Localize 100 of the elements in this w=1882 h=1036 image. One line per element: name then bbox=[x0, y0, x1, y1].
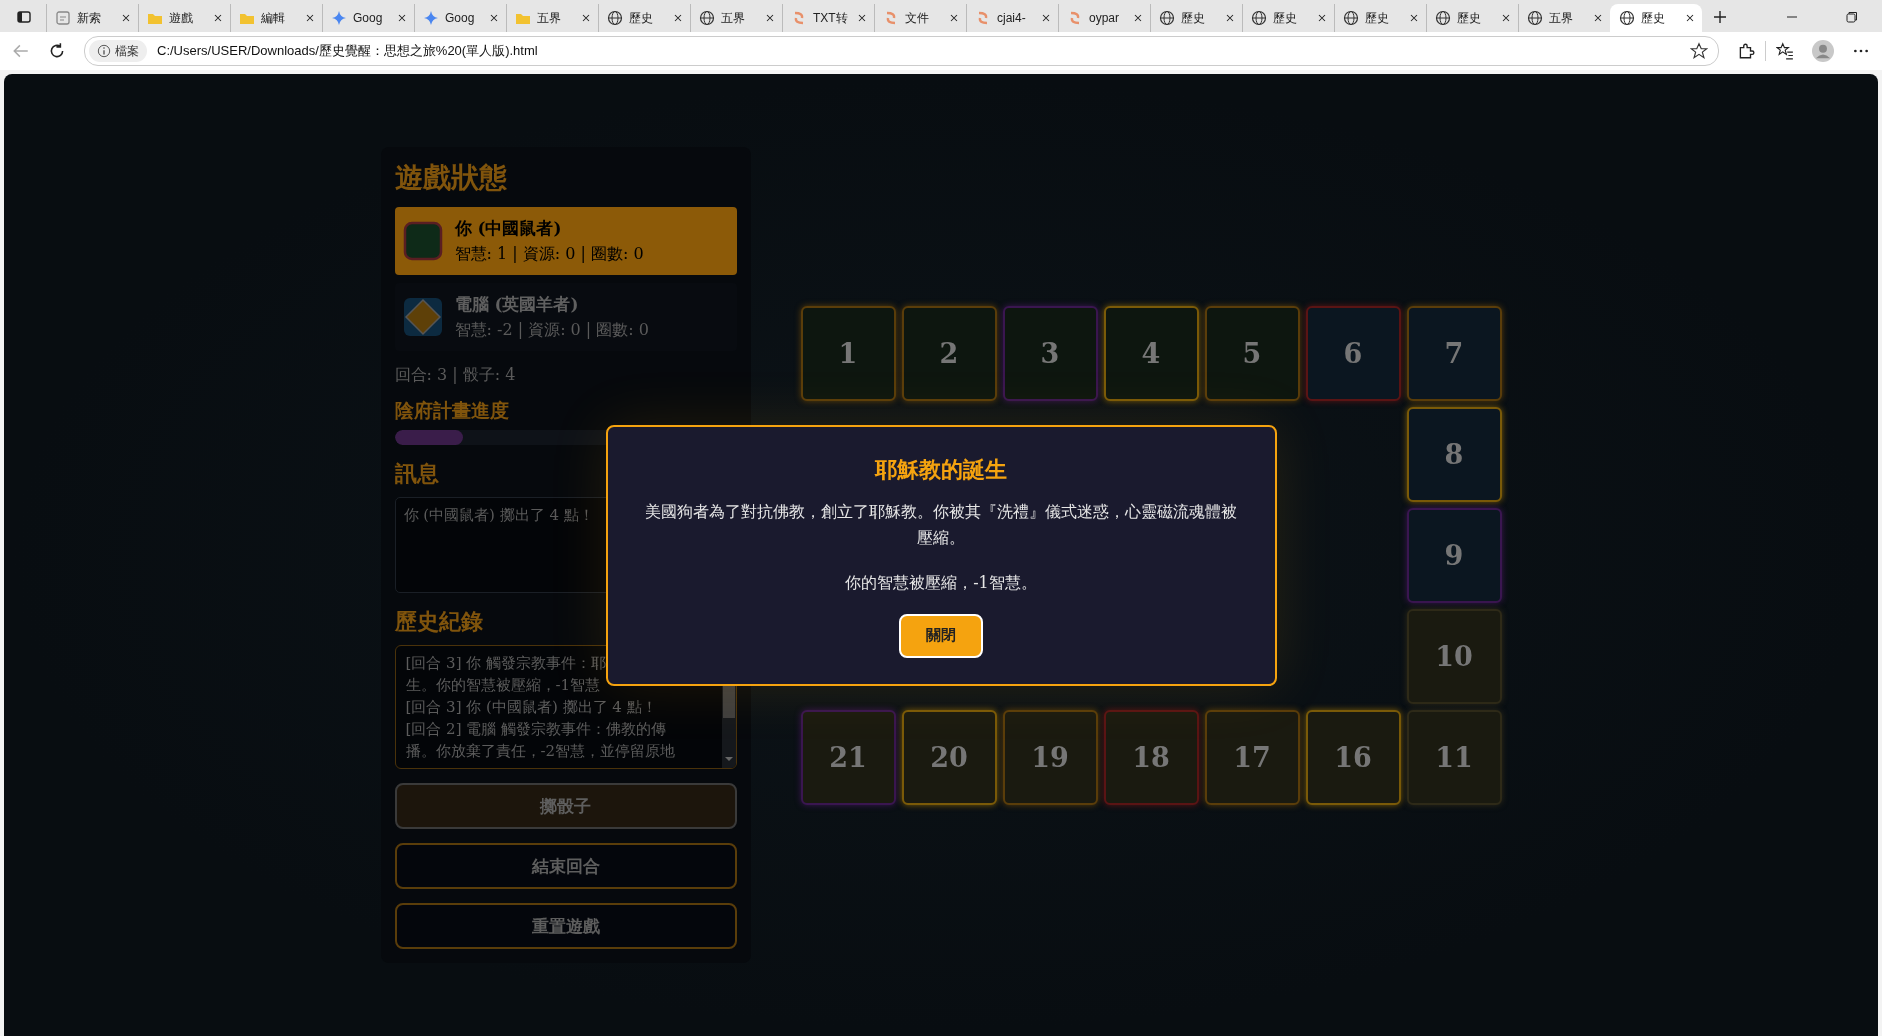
tab-title: 新索 bbox=[77, 9, 102, 27]
tile-number: 21 bbox=[829, 741, 867, 773]
tile-number: 16 bbox=[1334, 741, 1372, 773]
close-icon[interactable] bbox=[1224, 12, 1236, 24]
player-name: 電腦 (英國羊者) bbox=[454, 293, 580, 316]
tile-number: 11 bbox=[1435, 741, 1473, 773]
reload-icon[interactable] bbox=[48, 42, 66, 60]
progress-title: 陰府計畫進度 bbox=[394, 398, 510, 423]
close-icon[interactable] bbox=[212, 12, 224, 24]
tile-number: 19 bbox=[1031, 741, 1069, 773]
tab-title: Goog bbox=[445, 11, 476, 25]
tile-number: 4 bbox=[1141, 337, 1161, 369]
close-icon[interactable] bbox=[856, 12, 868, 24]
dialog-message: 美國狗者為了對抗佛教，創立了耶穌教。你被其『洗禮』儀式迷惑，心靈磁流魂體被壓縮。 bbox=[644, 500, 1238, 549]
tile-number: 17 bbox=[1233, 741, 1271, 773]
url-text: C:/Users/USER/Downloads/歷史覺醒：思想之旅%20(單人版).html bbox=[157, 42, 539, 60]
close-icon[interactable] bbox=[488, 12, 500, 24]
globe-icon bbox=[1619, 10, 1635, 26]
close-icon[interactable] bbox=[764, 12, 776, 24]
close-icon[interactable] bbox=[1592, 12, 1604, 24]
tile-number: 10 bbox=[1435, 640, 1473, 672]
tile-number: 7 bbox=[1444, 337, 1464, 369]
tile-number: 1 bbox=[838, 337, 858, 369]
tab-title: 歷史 bbox=[1181, 9, 1206, 27]
tab-title: 遊戲 bbox=[169, 9, 194, 27]
page-icon bbox=[55, 10, 71, 26]
close-icon[interactable] bbox=[1132, 12, 1144, 24]
globe-icon bbox=[1159, 10, 1175, 26]
log-line: [回合 3] 你 (中國鼠者) 擲出了 4 點！ bbox=[405, 697, 658, 718]
star-icon[interactable] bbox=[1690, 42, 1708, 60]
globe-icon bbox=[699, 10, 715, 26]
tile-number: 6 bbox=[1343, 337, 1363, 369]
tab-title: 五界 bbox=[721, 9, 746, 27]
tab-title: 歷史 bbox=[1365, 9, 1390, 27]
profile-avatar-icon[interactable] bbox=[1812, 40, 1834, 62]
close-icon[interactable] bbox=[1316, 12, 1328, 24]
browser-tab[interactable]: 歷史 bbox=[1610, 4, 1702, 32]
tab-title: 五界 bbox=[1549, 9, 1574, 27]
close-button[interactable]: 關閉 bbox=[899, 613, 983, 658]
tile-number: 8 bbox=[1444, 438, 1464, 470]
close-icon[interactable] bbox=[1408, 12, 1420, 24]
tab-title: 歷史 bbox=[1457, 9, 1482, 27]
close-icon[interactable] bbox=[580, 12, 592, 24]
player-name: 你 (中國鼠者) bbox=[454, 217, 563, 240]
close-icon[interactable] bbox=[1684, 12, 1696, 24]
tab-title: TXT转 bbox=[813, 9, 849, 27]
close-icon[interactable] bbox=[948, 12, 960, 24]
player-stats: 智慧: 1 | 資源: 0 | 圈數: 0 bbox=[454, 244, 644, 265]
player-stats: 智慧: -2 | 資源: 0 | 圈數: 0 bbox=[454, 320, 649, 341]
tab-title: 歷史 bbox=[1273, 9, 1298, 27]
tab-title: oypar bbox=[1089, 11, 1121, 25]
panel-title: 遊戲狀態 bbox=[394, 160, 508, 196]
close-icon[interactable] bbox=[396, 12, 408, 24]
close-icon[interactable] bbox=[672, 12, 684, 24]
tab-actions-icon[interactable] bbox=[16, 9, 32, 25]
globe-icon bbox=[1527, 10, 1543, 26]
new-tab-icon[interactable] bbox=[1712, 9, 1728, 25]
messages-title: 訊息 bbox=[394, 459, 440, 488]
info-icon bbox=[97, 44, 111, 58]
tab-title: 文件 bbox=[905, 9, 930, 27]
close-icon[interactable] bbox=[1040, 12, 1052, 24]
square-token-icon bbox=[402, 221, 443, 261]
log-line: [回合 2] 電腦 觸發宗教事件：佛教的傳 bbox=[405, 719, 668, 740]
history-title: 歷史紀錄 bbox=[394, 607, 484, 636]
tile-number: 20 bbox=[930, 741, 968, 773]
globe-icon bbox=[607, 10, 623, 26]
globe-icon bbox=[1343, 10, 1359, 26]
tab-title: 歷史 bbox=[1641, 9, 1666, 27]
tab-title: cjai4- bbox=[997, 11, 1027, 25]
log-line: 生。你的智慧被壓縮，-1智慧 bbox=[405, 675, 602, 696]
log-line: 播。你放棄了責任，-2智慧，並停留原地 bbox=[405, 741, 677, 762]
dialog-title: 耶穌教的誕生 bbox=[875, 454, 1007, 484]
log-line: [回合 3] 你 觸發宗教事件：耶 bbox=[405, 653, 608, 674]
favorites-icon[interactable] bbox=[1776, 42, 1794, 60]
sparkle-icon bbox=[331, 10, 347, 26]
tab-title: 五界 bbox=[537, 9, 562, 27]
tab-title: 歷史 bbox=[629, 9, 654, 27]
scroll-down-arrow-icon[interactable] bbox=[723, 756, 734, 762]
dialog-effect: 你的智慧被壓縮，-1智慧。 bbox=[845, 572, 1037, 594]
globe-icon bbox=[1435, 10, 1451, 26]
close-icon[interactable] bbox=[120, 12, 132, 24]
chip-label: 檔案 bbox=[115, 42, 139, 60]
address-bar[interactable]: 檔案 C:/Users/USER/Downloads/歷史覺醒：思想之旅%20(單人版).html bbox=[84, 36, 1719, 66]
close-icon[interactable] bbox=[1500, 12, 1512, 24]
tile-number: 3 bbox=[1040, 337, 1060, 369]
message-text: 你 (中國鼠者) 擲出了 4 點！ bbox=[403, 506, 594, 524]
diamond-token-icon bbox=[402, 297, 443, 337]
tile-number: 5 bbox=[1242, 337, 1262, 369]
tab-title: 編輯 bbox=[261, 9, 286, 27]
tab-title: Goog bbox=[353, 11, 384, 25]
site-info-chip[interactable]: 檔案 bbox=[89, 40, 147, 62]
restore-icon[interactable] bbox=[1844, 9, 1860, 25]
puzzle-icon[interactable] bbox=[1737, 42, 1755, 60]
globe-icon bbox=[1251, 10, 1267, 26]
tile-number: 18 bbox=[1132, 741, 1170, 773]
sparkle-icon bbox=[423, 10, 439, 26]
tile-number: 2 bbox=[939, 337, 959, 369]
turn-info: 回合: 3 | 骰子: 4 bbox=[394, 365, 517, 386]
tile-number: 9 bbox=[1444, 539, 1464, 571]
close-icon[interactable] bbox=[304, 12, 316, 24]
